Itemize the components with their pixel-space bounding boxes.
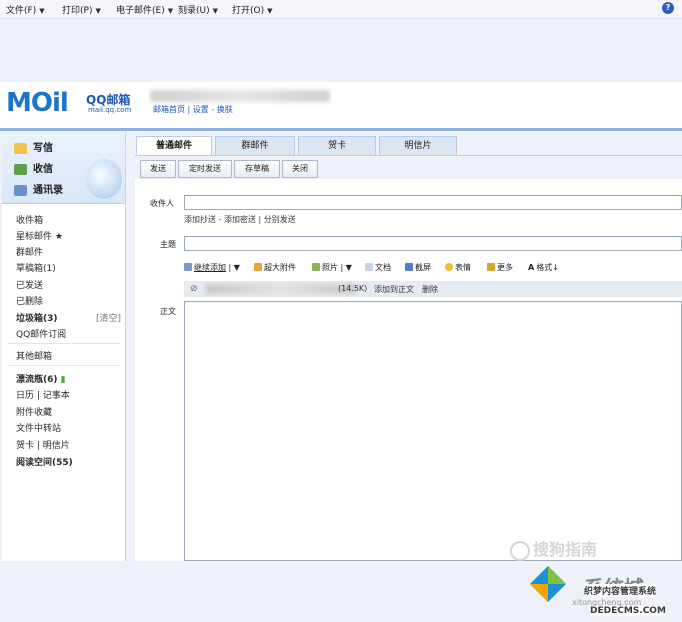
menu-bar: 文件(F) ▼ 打印(P) ▼ 电子邮件(E) ▼ 刻录(U) ▼ 打开(O) ▼ ? [0,0,682,19]
help-icon[interactable]: ? [662,2,674,14]
photo-button[interactable]: 照片 | ▼ [312,262,352,273]
bottle-icon: ▮ [60,375,66,385]
tab-postcard[interactable]: 明信片 [379,136,457,156]
menu-open[interactable]: 打开(O) ▼ [232,3,273,16]
watermark-site: 系统城 织梦内容管理系统 xitongcheng.com DEDECMS.COM [514,546,680,620]
attachment-row: ⊘ (14.5K) 添加到正文 删除 [184,281,682,297]
other-mailboxes[interactable]: 其他邮箱 [16,349,52,362]
folder-spam[interactable]: 垃圾箱(3) [16,311,58,324]
emoticon-icon [445,263,453,271]
empty-spam-link[interactable]: [清空] [96,311,121,324]
emoticon-button[interactable]: 表情 [445,262,471,273]
contacts-icon [14,184,27,196]
tab-greeting-card[interactable]: 贺卡 [298,136,376,156]
quick-actions: 写信 收信 通讯录 [2,131,125,204]
menu-burn[interactable]: 刻录(U) ▼ [178,3,218,16]
attachment-size: (14.5K) [338,284,368,293]
to-label: 收件人 [150,199,174,208]
folder-subscriptions[interactable]: QQ邮件订阅 [16,327,66,340]
big-attachment-icon [254,263,262,271]
large-attachment-button[interactable]: 超大附件 [254,262,296,273]
cc-bcc-links[interactable]: 添加抄送 - 添加密送 | 分别发送 [184,214,296,225]
document-button[interactable]: 文档 [365,262,391,273]
compose-link[interactable]: 写信 [14,139,53,154]
inbox-link[interactable]: 收信 [14,160,53,175]
dede-title: 织梦内容管理系统 [584,584,657,597]
paperclip-icon: ⊘ [190,284,198,294]
menu-print[interactable]: 打印(P) ▼ [62,3,101,16]
photo-icon [312,263,320,271]
add-attachment-button[interactable]: 继续添加 | ▼ [184,262,240,273]
logo-url: mail.qq.com [88,106,132,114]
calendar-notes-link[interactable]: 日历 | 记事本 [16,388,70,401]
paperclip-icon [184,263,192,271]
divider [8,343,120,344]
format-icon: A [528,263,535,272]
chevron-down-icon: ▼ [39,7,45,15]
site-logo-icon [530,566,566,602]
close-button[interactable]: 关闭 [282,160,318,178]
body-label: 正文 [160,307,176,316]
screenshot-icon [405,263,413,271]
scheduled-send-button[interactable]: 定时发送 [178,160,232,178]
folder-starred[interactable]: 星标邮件 ★ [16,229,63,242]
body-editor[interactable] [184,301,682,561]
folder-drafts[interactable]: 草稿箱(1) [16,261,56,274]
sidebar: 写信 收信 通讯录 收件箱 星标邮件 ★ 群邮件 草稿箱(1) 已发送 已删除 … [2,131,126,561]
folder-deleted[interactable]: 已删除 [16,294,43,307]
send-button[interactable]: 发送 [140,160,176,178]
attachment-favorites-link[interactable]: 附件收藏 [16,405,52,418]
mascot-image [86,159,122,199]
folder-group[interactable]: 群邮件 [16,245,43,258]
pencil-icon [14,142,27,154]
dede-url: DEDECMS.COM [590,606,666,616]
document-icon [365,263,373,271]
file-transfer-link[interactable]: 文件中转站 [16,421,61,434]
menu-file[interactable]: 文件(F) ▼ [6,3,45,16]
more-button[interactable]: 更多 [487,262,513,273]
mail-header: MOil QQ邮箱 mail.qq.com 邮箱首页 | 设置 - 换肤 [0,82,682,128]
folder-sent[interactable]: 已发送 [16,278,43,291]
divider [8,365,120,366]
chevron-down-icon: ▼ [267,7,273,15]
tab-group-mail[interactable]: 群邮件 [215,136,295,156]
inbox-icon [14,163,27,175]
add-to-body-link[interactable]: 添加到正文 [374,284,414,295]
tab-underline [135,155,682,156]
format-button[interactable]: A 格式↓ [528,262,559,273]
chevron-down-icon: ▼ [167,7,174,15]
to-input[interactable] [184,195,682,210]
chevron-down-icon: ▼ [95,7,101,15]
more-icon [487,263,495,271]
save-draft-button[interactable]: 存草稿 [234,160,280,178]
subject-input[interactable] [184,236,682,251]
logo[interactable]: MOil [6,88,69,118]
screenshot-button[interactable]: 截屏 [405,262,431,273]
contacts-link[interactable]: 通讯录 [14,181,63,196]
account-links[interactable]: 邮箱首页 | 设置 - 换肤 [153,104,233,115]
chevron-down-icon: ▼ [212,7,219,15]
attachment-name-blurred [206,284,356,294]
window-gap [0,19,682,81]
folder-inbox[interactable]: 收件箱 [16,213,43,226]
menu-email[interactable]: 电子邮件(E) ▼ [116,3,173,16]
tab-normal-mail[interactable]: 普通邮件 [136,136,212,156]
cards-postcards-link[interactable]: 贺卡 | 明信片 [16,438,70,451]
drift-bottle-link[interactable]: 漂流瓶(6) ▮ [16,372,66,385]
delete-attachment-link[interactable]: 删除 [422,284,438,295]
account-name-blurred [150,90,330,102]
reading-space-link[interactable]: 阅读空间(55) [16,455,73,468]
subject-label: 主题 [160,240,176,249]
